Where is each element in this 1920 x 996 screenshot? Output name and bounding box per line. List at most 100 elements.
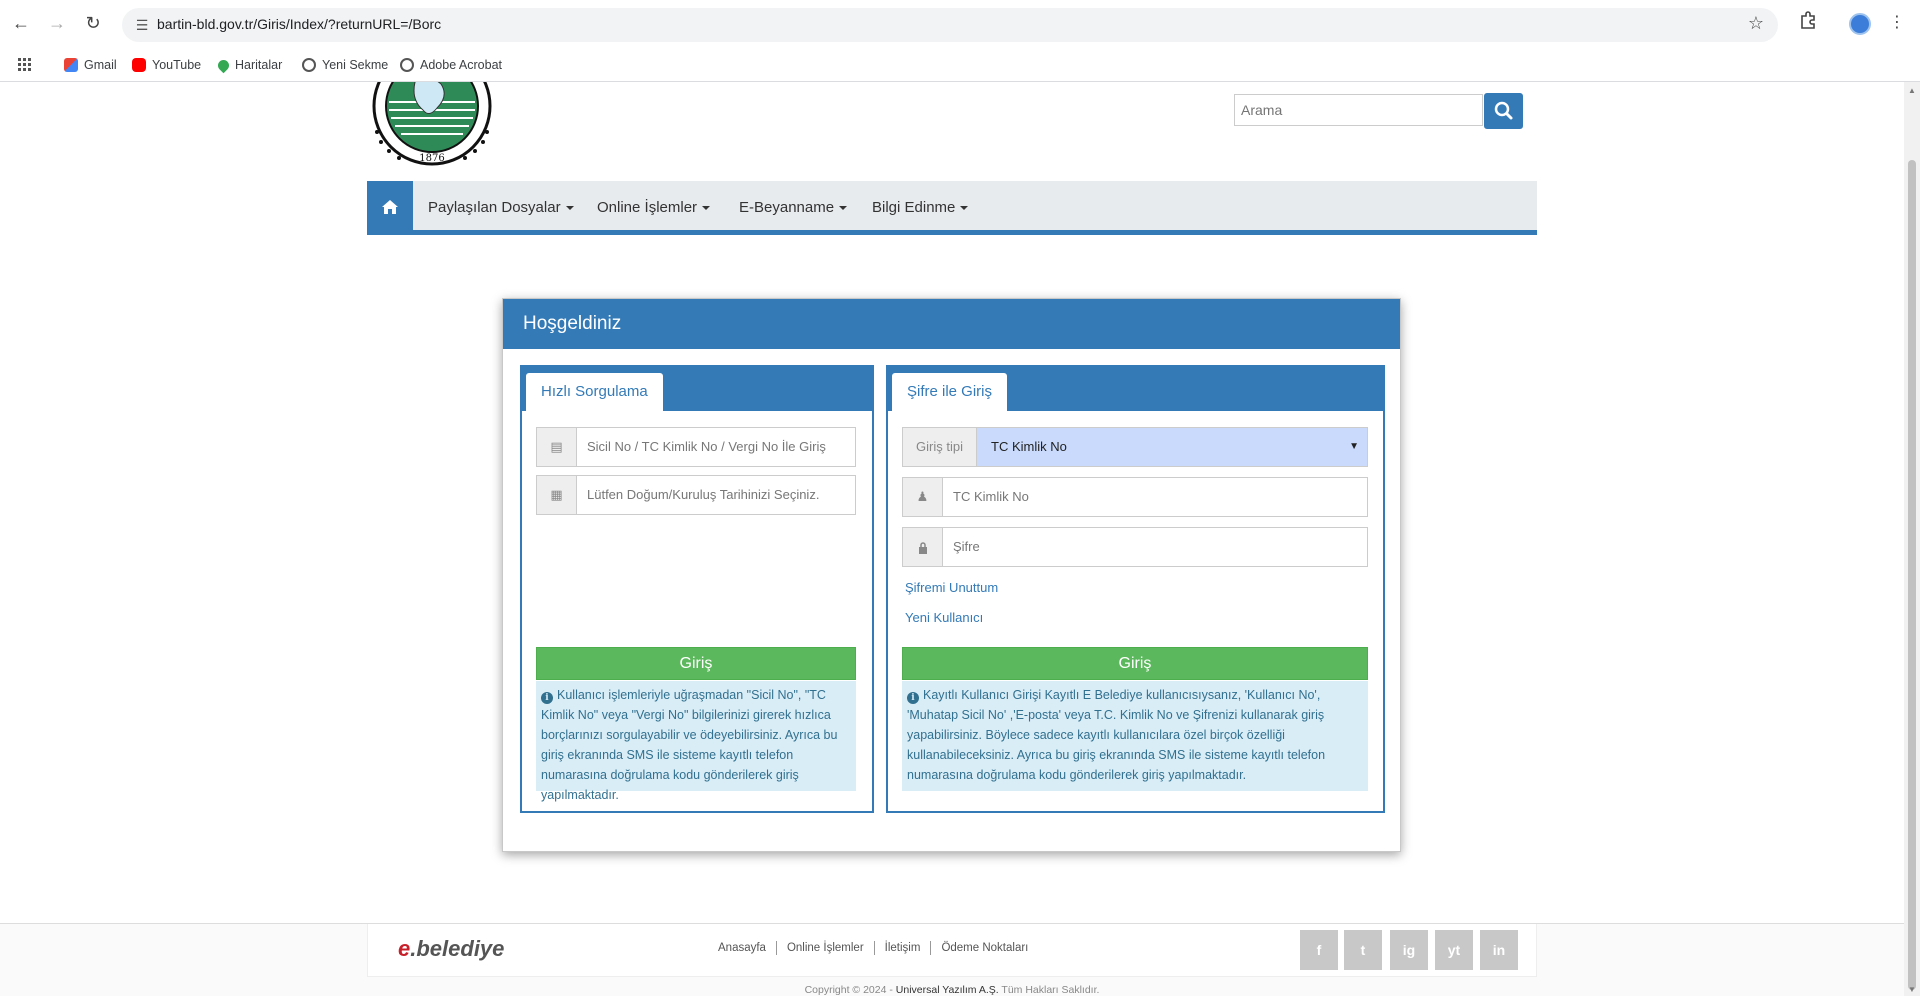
tab-hizli-sorgulama[interactable]: Hızlı Sorgulama — [526, 373, 663, 411]
info-icon: i — [541, 692, 553, 704]
profile-avatar[interactable] — [1849, 13, 1871, 35]
tc-kimlik-field[interactable]: ♟ TC Kimlik No — [902, 477, 1368, 517]
apps-grid-icon[interactable] — [18, 55, 32, 75]
welcome-card: Hoşgeldiniz Hızlı Sorgulama ▤ Sicil No /… — [502, 298, 1401, 852]
menu-label: Paylaşılan Dosyalar — [428, 199, 561, 216]
instagram-icon[interactable]: ig — [1390, 930, 1428, 970]
caret-down-icon — [839, 206, 848, 211]
caret-down-icon — [960, 206, 969, 211]
bookmark-gmail[interactable]: Gmail — [64, 55, 117, 75]
bookmark-yeni-sekme[interactable]: Yeni Sekme — [302, 55, 388, 75]
url-text: bartin-bld.gov.tr/Giris/Index/?returnURL… — [157, 16, 442, 32]
login-type-select[interactable]: Giriş tipi TC Kimlik No ▼ — [902, 427, 1368, 467]
globe-icon — [400, 58, 414, 72]
sicil-no-placeholder: Sicil No / TC Kimlik No / Vergi No İle G… — [587, 439, 826, 454]
company-link[interactable]: Universal Yazılım A.Ş. — [896, 984, 999, 996]
caret-down-icon — [565, 206, 574, 211]
search-button[interactable] — [1484, 93, 1523, 129]
footer-link-iletisim[interactable]: İletişim — [885, 942, 921, 954]
copyright-text: Copyright © 2024 - Universal Yazılım A.Ş… — [804, 984, 1100, 996]
quick-query-panel-header: Hızlı Sorgulama — [520, 365, 874, 411]
ebelediye-logo[interactable]: e.belediye — [398, 936, 504, 962]
scroll-up-icon[interactable]: ▲ — [1908, 86, 1916, 95]
bookmark-haritalar[interactable]: Haritalar — [215, 55, 283, 75]
menu-label: E-Beyanname — [739, 199, 835, 216]
sicil-no-field[interactable]: ▤ Sicil No / TC Kimlik No / Vergi No İle… — [536, 427, 856, 467]
main-menu: Paylaşılan Dosyalar Online İşlemler E-Be… — [367, 181, 1537, 235]
password-login-button[interactable]: Giriş — [902, 647, 1368, 680]
footer-bar: e.belediye Anasayfa Online İşlemler İletiş… — [367, 924, 1537, 977]
welcome-title: Hoşgeldiniz — [523, 313, 622, 334]
tc-kimlik-placeholder: TC Kimlik No — [953, 489, 1029, 504]
reload-icon[interactable]: ↻ — [82, 12, 104, 34]
home-icon — [382, 200, 398, 214]
menu-label: Online İşlemler — [597, 199, 698, 216]
twitter-icon[interactable]: t — [1344, 930, 1382, 970]
youtube-icon — [132, 58, 146, 72]
extensions-icon[interactable] — [1796, 11, 1820, 35]
menu-label: Bilgi Edinme — [872, 199, 956, 216]
quick-query-panel: Hızlı Sorgulama ▤ Sicil No / TC Kimlik N… — [520, 365, 874, 813]
site-info-icon[interactable]: ☰ — [132, 15, 152, 35]
linkedin-icon[interactable]: in — [1480, 930, 1518, 970]
globe-icon — [302, 58, 316, 72]
chevron-down-icon: ▼ — [1349, 441, 1359, 452]
facebook-icon[interactable]: f — [1300, 930, 1338, 970]
page-scrollbar[interactable]: ▲ ▼ — [1904, 82, 1920, 996]
user-icon: ♟ — [903, 478, 943, 516]
tab-sifre-ile-giris[interactable]: Şifre ile Giriş — [892, 373, 1008, 411]
bookmark-adobe-acrobat[interactable]: Adobe Acrobat — [400, 55, 502, 75]
birth-date-placeholder: Lütfen Doğum/Kuruluş Tarihinizi Seçiniz. — [587, 487, 820, 502]
quick-login-button[interactable]: Giriş — [536, 647, 856, 680]
scrollbar-thumb[interactable] — [1908, 160, 1916, 990]
calendar-icon: ▦ — [537, 476, 577, 514]
bookmark-label: YouTube — [152, 58, 202, 72]
browser-chrome: ← → ↻ ☰ bartin-bld.gov.tr/Giris/Index/?r… — [0, 0, 1920, 82]
forward-icon[interactable]: → — [46, 12, 68, 34]
menu-online-islemler[interactable]: Online İşlemler — [597, 199, 711, 216]
lock-icon — [903, 528, 943, 566]
scroll-down-icon[interactable]: ▼ — [1908, 985, 1916, 994]
back-icon[interactable]: ← — [10, 12, 32, 34]
bookmark-label: Yeni Sekme — [322, 58, 389, 72]
footer-link-online-islemler[interactable]: Online İşlemler — [787, 942, 864, 954]
caret-down-icon — [702, 206, 711, 211]
new-user-link[interactable]: Yeni Kullanıcı — [905, 610, 983, 625]
footer-link-odeme-noktalari[interactable]: Ödeme Noktaları — [941, 942, 1028, 954]
address-bar[interactable]: ☰ bartin-bld.gov.tr/Giris/Index/?returnU… — [122, 8, 1778, 42]
password-login-panel: Şifre ile Giriş Giriş tipi TC Kimlik No … — [886, 365, 1385, 813]
bookmark-label: Haritalar — [235, 58, 283, 72]
home-button[interactable] — [367, 181, 413, 235]
bookmark-youtube[interactable]: YouTube — [132, 55, 201, 75]
page-content: 1876 Paylaşılan Dosyalar Online İşlemler… — [0, 82, 1904, 996]
login-type-dropdown[interactable]: TC Kimlik No ▼ — [977, 428, 1367, 466]
birth-date-field[interactable]: ▦ Lütfen Doğum/Kuruluş Tarihinizi Seçini… — [536, 475, 856, 515]
youtube-icon[interactable]: yt — [1435, 930, 1473, 970]
info-icon: i — [907, 692, 919, 704]
password-login-panel-header: Şifre ile Giriş — [886, 365, 1385, 411]
password-field[interactable]: Şifre — [902, 527, 1368, 567]
footer: e.belediye Anasayfa Online İşlemler İletiş… — [0, 923, 1904, 996]
footer-link-anasayfa[interactable]: Anasayfa — [718, 942, 766, 954]
menu-paylasilan-dosyalar[interactable]: Paylaşılan Dosyalar — [428, 199, 574, 216]
municipality-logo[interactable]: 1876 — [367, 82, 497, 166]
menu-e-beyanname[interactable]: E-Beyanname — [739, 199, 848, 216]
browser-toolbar: ← → ↻ ☰ bartin-bld.gov.tr/Giris/Index/?r… — [0, 0, 1920, 49]
welcome-card-header: Hoşgeldiniz — [503, 299, 1400, 349]
bookmark-label: Adobe Acrobat — [420, 58, 503, 72]
search-icon — [1494, 101, 1513, 120]
search-input[interactable] — [1234, 94, 1483, 126]
bookmarks-bar: Gmail YouTube Haritalar Yeni Sekme Adobe… — [0, 49, 1920, 82]
login-info-text: Kayıtlı Kullanıcı Girişi Kayıtlı E Beled… — [907, 688, 1326, 782]
password-placeholder: Şifre — [953, 539, 980, 554]
forgot-password-link[interactable]: Şifremi Unuttum — [905, 580, 998, 595]
gmail-icon — [64, 58, 78, 72]
id-card-icon: ▤ — [537, 428, 577, 466]
bookmark-star-icon[interactable]: ☆ — [1748, 13, 1764, 34]
login-info-box: i Kayıtlı Kullanıcı Girişi Kayıtlı E Bele… — [902, 681, 1368, 791]
menu-bilgi-edinme[interactable]: Bilgi Edinme — [872, 199, 969, 216]
maps-pin-icon — [215, 57, 232, 73]
bookmark-label: Gmail — [84, 58, 117, 72]
footer-links: Anasayfa Online İşlemler İletişim Ödeme Nok… — [718, 941, 1028, 955]
browser-menu-icon[interactable]: ⋮ — [1885, 11, 1909, 35]
